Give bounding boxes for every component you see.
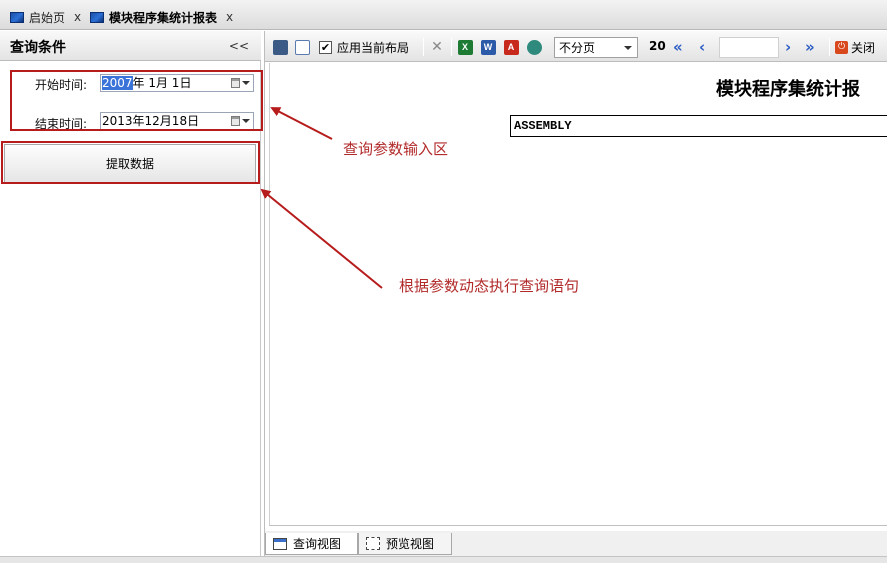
chevron-down-icon (624, 46, 632, 50)
start-date-dropdown-button[interactable] (231, 76, 251, 90)
start-date-picker[interactable]: 2007年 1月 1日 (100, 74, 254, 92)
tab-home-label: 启始页 (29, 10, 66, 25)
tab-preview-view-label: 预览视图 (386, 537, 435, 551)
first-page-button[interactable]: « (673, 37, 683, 57)
tab-report[interactable]: 模块程序集统计报表 x (90, 6, 233, 28)
query-panel-title: 查询条件 (10, 40, 66, 56)
tab-report-label: 模块程序集统计报表 (109, 10, 218, 25)
globe-icon (526, 39, 542, 55)
last-page-button[interactable]: » (805, 37, 815, 57)
end-date-picker[interactable]: 2013年12月18日 (100, 112, 254, 130)
annotation-dynamic-query: 根据参数动态执行查询语句 (399, 277, 580, 295)
calendar-icon (231, 78, 240, 88)
tools-button[interactable]: ✕ (428, 38, 446, 56)
report-icon (90, 11, 104, 23)
tab-query-view[interactable]: 查询视图 (265, 533, 358, 555)
toolbar-divider (423, 38, 424, 56)
tab-home[interactable]: 启始页 x (10, 6, 81, 28)
close-viewer-label: 关闭 (851, 41, 876, 55)
tab-home-close-button[interactable]: x (74, 10, 81, 24)
view-tab-bar: 查询视图 预览视图 (265, 531, 887, 556)
start-date-rest: 年 1月 1日 (132, 76, 192, 90)
word-icon: W (480, 39, 496, 55)
tools-icon: ✕ (431, 39, 443, 55)
status-strip (0, 556, 887, 563)
tab-query-view-label: 查询视图 (293, 537, 342, 551)
export-pdf-button[interactable]: A (502, 38, 520, 56)
tab-preview-view[interactable]: 预览视图 (358, 533, 452, 555)
page-size-value: 20 (649, 39, 666, 53)
viewer-toolbar: ✔ 应用当前布局 ✕ X W A 不分页 20 « ‹ › » ⏻ 关闭 (265, 31, 887, 62)
page-number-input[interactable] (719, 37, 779, 58)
document-tab-bar: 启始页 x 模块程序集统计报表 x (0, 0, 887, 30)
apply-layout-label: 应用当前布局 (337, 40, 410, 55)
print-preview-icon (294, 39, 310, 55)
end-time-label: 结束时间: (35, 117, 88, 131)
end-date-value: 2013年12月18日 (102, 114, 200, 128)
table-view-icon (273, 537, 287, 550)
end-date-dropdown-button[interactable] (231, 114, 251, 128)
toolbar-divider (451, 38, 452, 56)
tab-report-close-button[interactable]: x (226, 10, 233, 24)
print-preview-button[interactable] (293, 38, 311, 56)
calendar-icon (231, 116, 240, 126)
report-title: 模块程序集统计报 (716, 79, 860, 100)
toolbar-divider (829, 38, 830, 56)
fetch-data-button[interactable]: 提取数据 (4, 144, 256, 183)
annotation-input-area: 查询参数输入区 (343, 140, 449, 158)
apply-layout-checkbox[interactable]: ✔ 应用当前布局 (319, 38, 409, 56)
checkbox-checked-icon: ✔ (319, 40, 332, 54)
report-cell: ASSEMBLY (510, 115, 887, 137)
next-page-button[interactable]: › (785, 37, 791, 57)
power-icon: ⏻ (835, 41, 848, 54)
export-html-button[interactable] (525, 38, 543, 56)
printer-icon (272, 39, 288, 55)
paging-mode-value: 不分页 (559, 41, 596, 55)
chevron-down-icon (242, 119, 250, 123)
preview-icon (366, 537, 380, 550)
report-icon (10, 11, 24, 23)
collapse-panel-button[interactable]: << (229, 39, 249, 53)
paging-mode-select[interactable]: 不分页 (554, 37, 638, 58)
chevron-down-icon (242, 81, 250, 85)
excel-icon: X (457, 39, 473, 55)
query-panel: 查询条件 << 开始时间: 2007年 1月 1日 结束时间: 2013年12月… (0, 31, 261, 556)
export-excel-button[interactable]: X (456, 38, 474, 56)
start-year-selection: 2007 (102, 76, 133, 90)
start-time-label: 开始时间: (35, 78, 88, 92)
pdf-icon: A (503, 39, 519, 55)
previous-page-button[interactable]: ‹ (699, 37, 705, 57)
query-panel-header: 查询条件 << (0, 31, 261, 61)
print-button[interactable] (271, 38, 289, 56)
close-viewer-button[interactable]: ⏻ 关闭 (835, 39, 875, 56)
export-word-button[interactable]: W (479, 38, 497, 56)
